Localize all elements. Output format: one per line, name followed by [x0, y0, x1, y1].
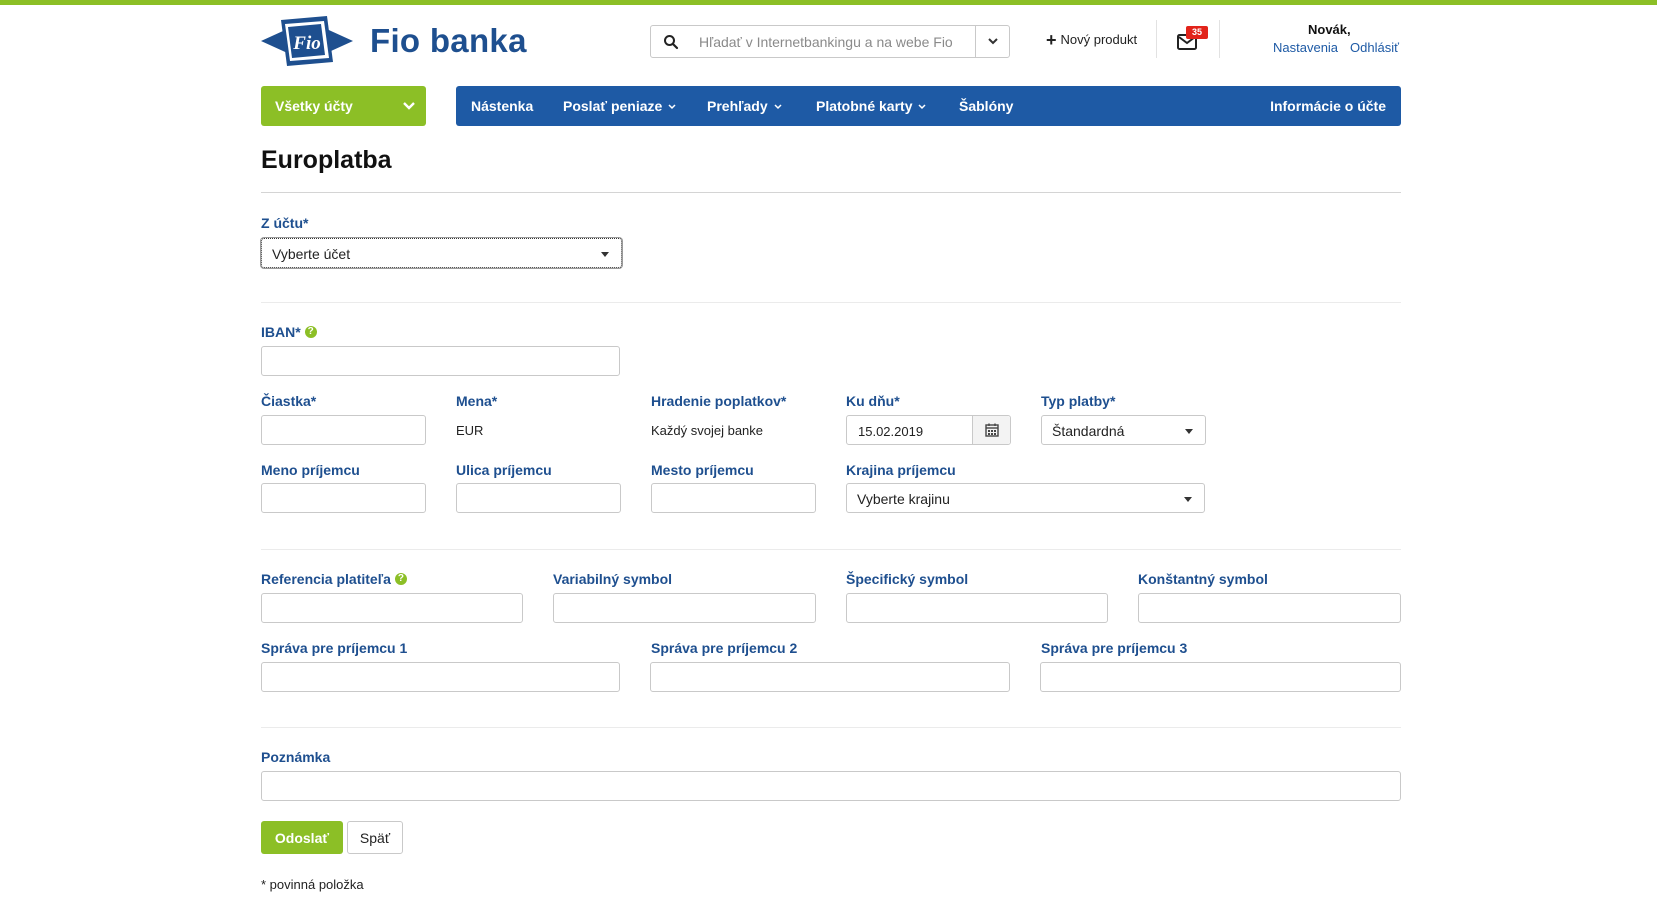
recipient-name-label: Meno príjemcu	[261, 462, 360, 478]
page-title: Europlatba	[261, 146, 392, 174]
nav-item-label: Šablóny	[959, 98, 1014, 114]
section-divider	[261, 302, 1401, 303]
all-accounts-button[interactable]: Všetky účty	[261, 86, 426, 126]
from-account-select[interactable]: Vyberte účet	[261, 238, 622, 268]
new-product-link[interactable]: + Nový produkt	[1046, 29, 1138, 50]
date-label: Ku dňu*	[846, 393, 900, 409]
nav-item-send-money[interactable]: Poslať peniaze	[563, 98, 676, 114]
amount-input[interactable]	[261, 415, 426, 445]
currency-value: EUR	[456, 423, 484, 438]
amount-label: Čiastka*	[261, 393, 317, 409]
payment-type-value: Štandardná	[1052, 423, 1125, 439]
help-icon[interactable]: ?	[394, 573, 407, 585]
date-value: 15.02.2019	[858, 424, 924, 439]
recipient-country-value: Vyberte krajinu	[857, 491, 950, 507]
user-name: Novák,	[1308, 22, 1351, 37]
all-accounts-label: Všetky účty	[275, 98, 353, 114]
note-label: Poznámka	[261, 749, 331, 765]
from-account-label: Z účtu*	[261, 215, 309, 231]
chevron-down-icon	[403, 102, 415, 110]
fio-logo-icon[interactable]: Fio	[261, 16, 353, 66]
help-icon[interactable]: ?	[304, 326, 317, 338]
message-2-label: Správa pre príjemcu 2	[651, 640, 798, 656]
recipient-country-label: Krajina príjemcu	[846, 462, 956, 478]
message-3-label: Správa pre príjemcu 3	[1041, 640, 1188, 656]
nav-item-templates[interactable]: Šablóny	[959, 98, 1013, 114]
from-account-value: Vyberte účet	[272, 246, 351, 262]
required-field-note: * povinná položka	[261, 877, 364, 892]
brand-name: Fio banka	[370, 22, 527, 59]
section-divider	[261, 727, 1401, 728]
nav-item-label: Prehľady	[707, 98, 768, 114]
chevron-down-icon	[774, 103, 782, 109]
recipient-city-input[interactable]	[651, 483, 816, 513]
recipient-street-input[interactable]	[456, 483, 621, 513]
chevron-down-icon	[988, 38, 998, 45]
svg-text:Fio: Fio	[292, 33, 320, 54]
variable-symbol-input[interactable]	[553, 593, 816, 623]
caret-down-icon	[601, 252, 609, 257]
currency-label: Mena*	[456, 393, 498, 409]
message-2-input[interactable]	[650, 662, 1010, 692]
iban-label: IBAN*?	[261, 324, 317, 340]
mail-count-badge: 35	[1186, 26, 1208, 39]
send-button[interactable]: Odoslať	[261, 821, 343, 854]
specific-symbol-input[interactable]	[846, 593, 1108, 623]
main-navigation: Nástenka Poslať peniaze Prehľady Platobn…	[456, 86, 1401, 126]
search-icon	[663, 34, 679, 50]
nav-item-label: Nástenka	[471, 98, 534, 114]
chevron-down-icon	[918, 103, 927, 109]
payer-reference-input[interactable]	[261, 593, 523, 623]
calendar-icon	[985, 423, 999, 437]
recipient-country-select[interactable]: Vyberte krajinu	[846, 483, 1205, 513]
date-input[interactable]: 15.02.2019	[846, 415, 1011, 445]
note-input[interactable]	[261, 771, 1401, 801]
nav-item-account-info[interactable]: Informácie o účte	[1270, 98, 1386, 114]
logout-link[interactable]: Odhlásiť	[1350, 40, 1399, 55]
nav-item-overviews[interactable]: Prehľady	[707, 98, 782, 114]
chevron-down-icon	[668, 103, 676, 109]
payment-type-label: Typ platby*	[1041, 393, 1116, 409]
nav-item-dashboard[interactable]: Nástenka	[471, 98, 533, 114]
message-1-label: Správa pre príjemcu 1	[261, 640, 408, 656]
settings-link[interactable]: Nastavenia	[1273, 40, 1338, 55]
plus-icon: +	[1046, 29, 1057, 50]
header-divider	[1156, 20, 1157, 58]
calendar-button[interactable]	[972, 416, 1010, 444]
search-dropdown-button[interactable]	[975, 26, 1009, 57]
caret-down-icon	[1184, 497, 1192, 502]
fees-value: Každý svojej banke	[651, 423, 764, 438]
message-3-input[interactable]	[1040, 662, 1401, 692]
recipient-name-input[interactable]	[261, 483, 426, 513]
recipient-street-label: Ulica príjemcu	[456, 462, 552, 478]
constant-symbol-input[interactable]	[1138, 593, 1401, 623]
payment-type-select[interactable]: Štandardná	[1041, 415, 1206, 445]
payer-reference-label: Referencia platiteľa?	[261, 571, 407, 587]
search-box[interactable]	[650, 25, 1010, 58]
back-button[interactable]: Späť	[347, 821, 403, 854]
caret-down-icon	[1185, 429, 1193, 434]
variable-symbol-label: Variabilný symbol	[553, 571, 673, 587]
header-divider	[1219, 20, 1220, 58]
iban-input[interactable]	[261, 346, 620, 376]
recipient-city-label: Mesto príjemcu	[651, 462, 754, 478]
nav-item-cards[interactable]: Platobné karty	[816, 98, 927, 114]
specific-symbol-label: Špecifický symbol	[846, 571, 969, 587]
section-divider	[261, 549, 1401, 550]
new-product-label: Nový produkt	[1060, 32, 1138, 47]
constant-symbol-label: Konštantný symbol	[1138, 571, 1268, 587]
nav-item-label: Poslať peniaze	[563, 98, 663, 114]
fees-label: Hradenie poplatkov*	[651, 393, 787, 409]
message-1-input[interactable]	[261, 662, 620, 692]
nav-item-label: Platobné karty	[816, 98, 913, 114]
top-accent-bar	[0, 0, 1657, 5]
nav-item-label: Informácie o účte	[1270, 98, 1386, 114]
search-input[interactable]	[699, 32, 959, 52]
title-divider	[261, 192, 1401, 193]
